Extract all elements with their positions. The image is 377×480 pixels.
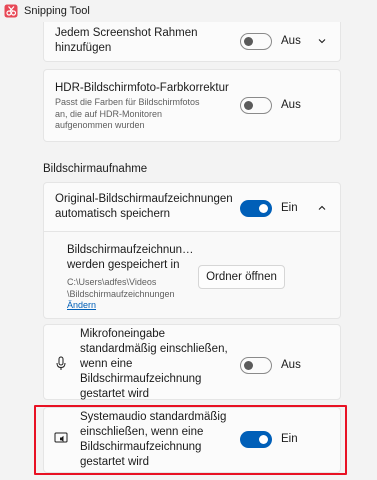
- chevron-down-icon[interactable]: [317, 36, 327, 46]
- hdr-toggle[interactable]: [240, 97, 272, 114]
- chevron-up-icon[interactable]: [317, 203, 327, 213]
- frame-toggle-state: Aus: [281, 35, 301, 47]
- mic-setting-label: Mikrofoneingabe standardmäßig einschließ…: [80, 328, 228, 400]
- frame-setting-label: Jedem Screenshot Rahmen hinzufügen: [55, 27, 198, 54]
- open-folder-button[interactable]: Ordner öffnen: [198, 265, 285, 289]
- autosave-setting-label: Original-Bildschirmaufzeichnungen automa…: [55, 193, 233, 220]
- system-audio-toggle-state: Ein: [281, 433, 298, 445]
- mic-toggle-state: Aus: [281, 359, 301, 371]
- mic-setting-card: Mikrofoneingabe standardmäßig einschließ…: [43, 324, 341, 400]
- system-audio-setting-card: Systemaudio standardmäßig einschließen, …: [43, 407, 341, 473]
- autosave-toggle-state: Ein: [281, 202, 298, 214]
- microphone-icon: [56, 356, 66, 370]
- frame-setting-card: Jedem Screenshot Rahmen hinzufügen Aus: [43, 22, 341, 62]
- snipping-tool-icon: [4, 4, 18, 18]
- autosave-toggle[interactable]: [240, 200, 272, 217]
- title-bar: Snipping Tool: [0, 0, 377, 22]
- system-audio-icon: [54, 432, 68, 443]
- hdr-setting-label: HDR-Bildschirmfoto-Farbkorrektur: [55, 82, 229, 94]
- save-location-card: Bildschirmaufzeichnun… werden gespeicher…: [43, 231, 341, 319]
- frame-toggle[interactable]: [240, 33, 272, 50]
- window-title: Snipping Tool: [24, 5, 90, 17]
- save-location-label: Bildschirmaufzeichnun… werden gespeicher…: [67, 244, 194, 271]
- section-heading: Bildschirmaufnahme: [43, 163, 148, 175]
- autosave-setting-card: Original-Bildschirmaufzeichnungen automa…: [43, 182, 341, 232]
- hdr-setting-description: Passt die Farben für Bildschirmfotos an,…: [55, 97, 200, 130]
- hdr-toggle-state: Aus: [281, 99, 301, 111]
- system-audio-setting-label: Systemaudio standardmäßig einschließen, …: [80, 411, 227, 468]
- system-audio-toggle[interactable]: [240, 431, 272, 448]
- hdr-setting-card: HDR-Bildschirmfoto-Farbkorrektur Passt d…: [43, 69, 341, 142]
- change-location-link[interactable]: Ändern: [67, 300, 96, 310]
- mic-toggle[interactable]: [240, 357, 272, 374]
- save-location-path: C:\Users\adfes\Videos \Bildschirmaufzeic…: [67, 277, 175, 299]
